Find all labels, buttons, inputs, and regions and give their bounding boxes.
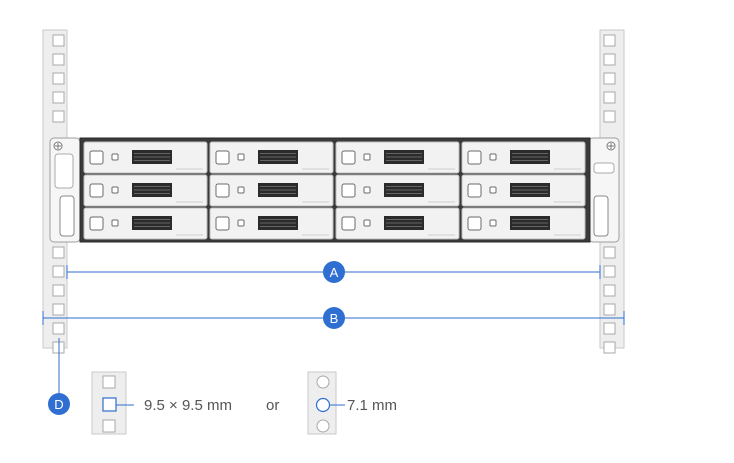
square-hole-size-label: 9.5 × 9.5 mm xyxy=(144,397,232,414)
drive-bay xyxy=(461,174,586,207)
round-hole-legend: 7.1 mm xyxy=(307,371,397,435)
drive-bay xyxy=(335,174,460,207)
rail-hole xyxy=(52,322,65,335)
drive-bay xyxy=(335,141,460,174)
callout-b-label: B xyxy=(330,311,339,326)
rail-hole xyxy=(603,303,616,316)
drive-bay xyxy=(83,141,208,174)
square-hole-legend: 9.5 × 9.5 mm xyxy=(91,371,232,435)
square-hole-icon xyxy=(102,397,117,412)
dimension-b: B xyxy=(42,307,625,329)
drive-bay xyxy=(83,207,208,240)
rail-hole xyxy=(603,265,616,278)
right-mounting-ear xyxy=(588,137,620,243)
legend-or-label: or xyxy=(266,397,279,414)
drive-bay xyxy=(209,174,334,207)
rail-hole xyxy=(603,246,616,259)
drive-bay xyxy=(209,141,334,174)
rail-hole xyxy=(52,72,65,85)
rail-hole xyxy=(603,53,616,66)
rail-hole xyxy=(603,72,616,85)
drive-bay xyxy=(461,141,586,174)
rail-hole xyxy=(52,91,65,104)
drive-bay xyxy=(83,174,208,207)
dimension-a: A xyxy=(66,261,601,283)
callout-d: D xyxy=(48,338,70,415)
rack-mount-diagram: A B D 9.5 × 9.5 mm or 7.1 mm xyxy=(42,29,625,435)
rail-hole xyxy=(603,322,616,335)
round-hole-icon xyxy=(315,397,331,413)
rail-hole xyxy=(52,265,65,278)
drive-bay xyxy=(209,207,334,240)
rail-hole xyxy=(603,284,616,297)
left-mounting-ear xyxy=(49,137,81,243)
rail-hole xyxy=(603,34,616,47)
drive-bay xyxy=(335,207,460,240)
callout-d-label: D xyxy=(54,397,63,412)
rail-hole xyxy=(52,34,65,47)
rail-hole xyxy=(52,246,65,259)
callout-a-label: A xyxy=(330,265,339,280)
rail-hole xyxy=(52,284,65,297)
rail-hole xyxy=(52,110,65,123)
rail-hole xyxy=(603,110,616,123)
rackmount-device xyxy=(49,137,620,243)
rail-hole xyxy=(603,341,616,354)
rail-hole xyxy=(52,303,65,316)
rail-hole xyxy=(52,53,65,66)
rail-hole xyxy=(603,91,616,104)
drive-bay xyxy=(461,207,586,240)
round-hole-size-label: 7.1 mm xyxy=(347,397,397,414)
